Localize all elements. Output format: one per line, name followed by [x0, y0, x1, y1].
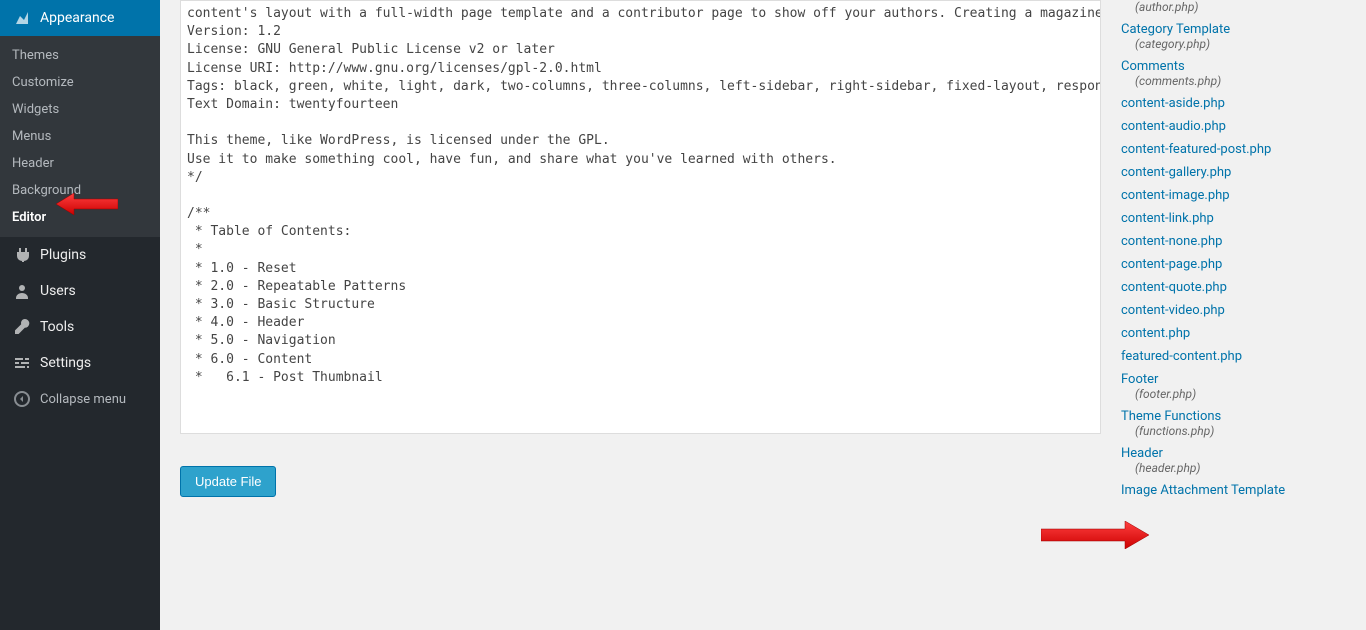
file-link[interactable]: featured-content.php [1121, 349, 1242, 364]
code-editor[interactable] [180, 0, 1101, 434]
file-header: Header (header.php) [1121, 446, 1338, 475]
file-item: content-quote.php [1121, 280, 1338, 295]
file-link[interactable]: content-image.php [1121, 188, 1230, 203]
menu-plugins-label: Plugins [40, 247, 86, 263]
user-icon [12, 281, 32, 301]
sub-themes[interactable]: Themes [0, 42, 160, 69]
file-fn: (comments.php) [1135, 74, 1338, 88]
menu-tools[interactable]: Tools [0, 309, 160, 345]
editor-column: Update File [180, 0, 1101, 630]
submenu-appearance: Themes Customize Widgets Menus Header Ba… [0, 36, 160, 237]
file-link[interactable]: Image Attachment Template [1121, 483, 1285, 498]
file-comments: Comments (comments.php) [1121, 59, 1338, 88]
collapse-menu[interactable]: Collapse menu [0, 381, 160, 417]
file-functions: Theme Functions (functions.php) [1121, 409, 1338, 438]
file-author: (author.php) [1121, 0, 1338, 14]
file-link[interactable]: content-featured-post.php [1121, 142, 1271, 157]
main-content: Update File (author.php) Category Templa… [160, 0, 1366, 630]
file-item: content-featured-post.php [1121, 142, 1338, 157]
sliders-icon [12, 353, 32, 373]
sub-editor[interactable]: Editor [0, 204, 160, 231]
wrench-icon [12, 317, 32, 337]
file-item: content-none.php [1121, 234, 1338, 249]
menu-plugins[interactable]: Plugins [0, 237, 160, 273]
collapse-icon [12, 389, 32, 409]
menu-settings[interactable]: Settings [0, 345, 160, 381]
menu-tools-label: Tools [40, 319, 74, 335]
sub-customize[interactable]: Customize [0, 69, 160, 96]
file-fn: (category.php) [1135, 37, 1338, 51]
admin-sidebar: Appearance Themes Customize Widgets Menu… [0, 0, 160, 630]
file-link[interactable]: content-aside.php [1121, 96, 1225, 111]
collapse-label: Collapse menu [40, 392, 126, 407]
file-item: content-image.php [1121, 188, 1338, 203]
file-item: content-video.php [1121, 303, 1338, 318]
file-item: content-page.php [1121, 257, 1338, 272]
file-link[interactable]: content-audio.php [1121, 119, 1226, 134]
file-item: featured-content.php [1121, 349, 1338, 364]
file-link[interactable]: Comments [1121, 59, 1185, 74]
file-link[interactable]: content-none.php [1121, 234, 1222, 249]
file-link[interactable]: Theme Functions [1121, 409, 1221, 424]
file-fn: (header.php) [1135, 461, 1338, 475]
sub-widgets[interactable]: Widgets [0, 96, 160, 123]
file-item: content-aside.php [1121, 96, 1338, 111]
file-link[interactable]: content-quote.php [1121, 280, 1227, 295]
file-link[interactable]: content-gallery.php [1121, 165, 1231, 180]
file-link[interactable]: content-page.php [1121, 257, 1222, 272]
menu-users-label: Users [40, 283, 76, 299]
file-footer: Footer (footer.php) [1121, 372, 1338, 401]
menu-users[interactable]: Users [0, 273, 160, 309]
sub-header[interactable]: Header [0, 150, 160, 177]
file-list-panel: (author.php) Category Template (category… [1121, 0, 1346, 630]
plug-icon [12, 245, 32, 265]
file-fn: (author.php) [1135, 0, 1338, 14]
file-item: content.php [1121, 326, 1338, 341]
file-category: Category Template (category.php) [1121, 22, 1338, 51]
file-link[interactable]: Category Template [1121, 22, 1230, 37]
file-link[interactable]: Header [1121, 446, 1163, 461]
file-fn: (footer.php) [1135, 387, 1338, 401]
sub-background[interactable]: Background [0, 177, 160, 204]
menu-settings-label: Settings [40, 355, 91, 371]
file-link[interactable]: Footer [1121, 372, 1158, 387]
file-link[interactable]: content.php [1121, 326, 1190, 341]
file-item: content-gallery.php [1121, 165, 1338, 180]
menu-appearance[interactable]: Appearance [0, 0, 160, 36]
update-file-button[interactable]: Update File [180, 466, 276, 497]
sub-menus[interactable]: Menus [0, 123, 160, 150]
menu-appearance-label: Appearance [40, 10, 114, 26]
brush-icon [12, 8, 32, 28]
file-link[interactable]: content-video.php [1121, 303, 1225, 318]
file-fn: (functions.php) [1135, 424, 1338, 438]
file-image-attach: Image Attachment Template [1121, 483, 1338, 498]
file-item: content-audio.php [1121, 119, 1338, 134]
file-item: content-link.php [1121, 211, 1338, 226]
file-link[interactable]: content-link.php [1121, 211, 1214, 226]
